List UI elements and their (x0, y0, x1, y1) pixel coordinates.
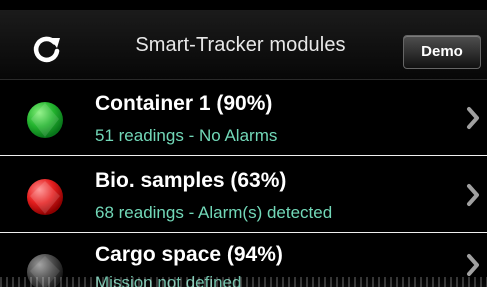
chevron-right-icon (467, 107, 479, 129)
module-status-text: 68 readings - Alarm(s) detected (95, 203, 333, 222)
chevron-right-icon (467, 184, 479, 206)
green-status-icon (27, 102, 63, 138)
demo-button[interactable]: Demo (403, 35, 481, 69)
smart-tracker-app: Smart-Tracker modules Demo Container 1 (… (0, 0, 487, 287)
module-title: Cargo space (94%) (95, 243, 283, 266)
refresh-icon (33, 36, 60, 63)
module-row-container-1[interactable]: Container 1 (90%) 51 readings - No Alarm… (0, 80, 487, 156)
chevron-right-icon (467, 254, 479, 276)
module-list: Container 1 (90%) 51 readings - No Alarm… (0, 80, 487, 287)
module-row-cargo-space[interactable]: Cargo space (94%) Mission not defined (0, 234, 487, 287)
module-row-bio-samples[interactable]: Bio. samples (63%) 68 readings - Alarm(s… (0, 157, 487, 233)
gray-status-icon (27, 254, 63, 287)
module-title: Container 1 (90%) (95, 92, 273, 115)
refresh-button[interactable] (30, 33, 64, 67)
red-status-icon (27, 179, 63, 215)
module-status-text: 51 readings - No Alarms (95, 126, 278, 145)
module-title: Bio. samples (63%) (95, 169, 287, 192)
top-navigation-bar: Smart-Tracker modules Demo (0, 10, 487, 80)
module-status-text: Mission not defined (95, 273, 242, 287)
page-title: Smart-Tracker modules (135, 34, 346, 56)
